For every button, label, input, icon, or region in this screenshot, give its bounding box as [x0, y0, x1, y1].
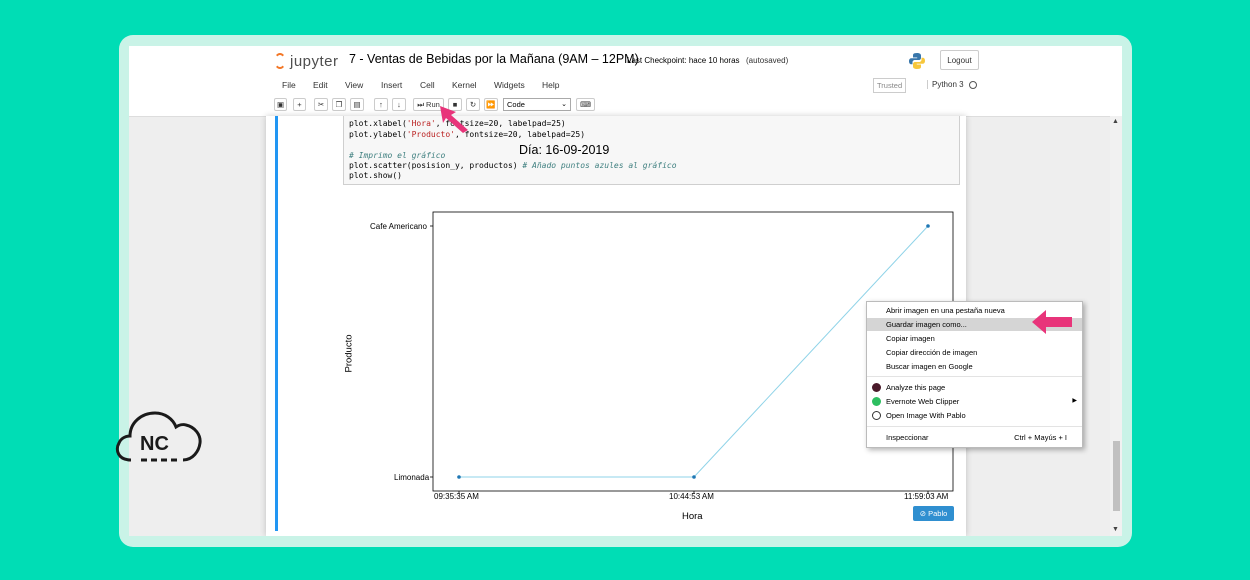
notebook-header: jupyter 7 - Ventas de Bebidas por la Mañ…	[129, 46, 1122, 117]
notebook-title[interactable]: 7 - Ventas de Bebidas por la Mañana (9AM…	[349, 52, 639, 66]
nc-cloud-logo: NC	[115, 411, 202, 462]
copy-icon: ❐	[335, 100, 343, 109]
ctx-search-google[interactable]: Buscar imagen en Google	[867, 360, 1082, 373]
jupyter-logo[interactable]: jupyter	[274, 51, 339, 71]
y-tick-label: Cafe Americano	[370, 222, 427, 231]
scrollbar-thumb[interactable]	[1113, 441, 1120, 511]
chevron-down-icon: ⌄	[561, 101, 567, 108]
evernote-icon	[872, 397, 881, 406]
fast-forward-icon: ⏩	[486, 100, 496, 109]
checkpoint-status: Last Checkpoint: hace 10 horas	[627, 56, 740, 65]
save-icon: ▣	[276, 100, 285, 109]
menu-widgets[interactable]: Widgets	[494, 80, 525, 90]
cell-type-value: Code	[507, 100, 525, 109]
ctx-copy-image-address[interactable]: Copiar dirección de imagen	[867, 346, 1082, 359]
scissors-icon: ✂	[317, 100, 325, 109]
x-tick-label: 11:59:03 AM	[904, 492, 949, 501]
ctx-separator	[867, 426, 1082, 427]
menu-edit[interactable]: Edit	[313, 80, 328, 90]
command-palette-button[interactable]: ⌨	[576, 98, 595, 111]
logout-button[interactable]: Logout	[940, 50, 979, 70]
selected-cell-indicator	[275, 116, 278, 531]
ctx-evernote[interactable]: Evernote Web Clipper ▶	[867, 395, 1082, 408]
menu-help[interactable]: Help	[542, 80, 559, 90]
jupyter-logo-text: jupyter	[290, 52, 339, 70]
toolbar: ▣ + ✂ ❐ ▤ ↑ ↓ ⏭ Run ■ ↻ ⏩ Code ⌄ ⌨	[129, 96, 1122, 116]
inspect-shortcut: Ctrl + Mayús + I	[1014, 433, 1067, 442]
paste-button[interactable]: ▤	[350, 98, 364, 111]
jupyter-logo-icon	[274, 53, 286, 69]
move-down-button[interactable]: ↓	[392, 98, 406, 111]
python-icon	[909, 53, 925, 69]
menu-kernel[interactable]: Kernel	[452, 80, 477, 90]
nc-logo-text: NC	[140, 433, 169, 455]
menu-view[interactable]: View	[345, 80, 363, 90]
menu-cell[interactable]: Cell	[420, 80, 435, 90]
scroll-up-icon[interactable]: ▲	[1112, 118, 1119, 125]
menu-file[interactable]: File	[282, 80, 296, 90]
keyboard-icon: ⌨	[580, 100, 591, 109]
arrow-down-icon: ↓	[397, 100, 401, 109]
menu-insert[interactable]: Insert	[381, 80, 402, 90]
paste-icon: ▤	[353, 100, 361, 109]
notebook-container: plot.xlabel('Hora', fontsize=20, labelpa…	[266, 116, 966, 536]
annotation-arrow-icon	[440, 106, 468, 133]
move-up-button[interactable]: ↑	[374, 98, 388, 111]
step-forward-icon: ⏭	[417, 99, 424, 109]
code-comment: # Imprimo el gráfico	[349, 151, 446, 160]
pablo-button[interactable]: ⊘ Pablo	[913, 506, 954, 521]
copy-button[interactable]: ❐	[332, 98, 346, 111]
kernel-name: Python 3	[927, 80, 964, 89]
pablo-icon	[872, 411, 881, 420]
x-tick-label: 10:44:53 AM	[669, 492, 714, 501]
plus-icon: +	[297, 100, 302, 109]
cut-button[interactable]: ✂	[314, 98, 328, 111]
insert-cell-button[interactable]: +	[293, 98, 306, 111]
x-tick-label: 09:35:35 AM	[434, 492, 479, 501]
analyze-icon	[872, 383, 881, 392]
restart-run-all-button[interactable]: ⏩	[484, 98, 498, 111]
pablo-label: Pablo	[928, 509, 948, 518]
y-axis-label: Producto	[343, 334, 355, 373]
code-line: plot.show()	[349, 171, 402, 180]
arrow-up-icon: ↑	[379, 100, 383, 109]
kernel-status-icon	[969, 81, 977, 89]
trusted-indicator[interactable]: Trusted	[873, 78, 907, 93]
ctx-inspect[interactable]: Inspeccionar Ctrl + Mayús + I	[867, 431, 1082, 444]
scroll-down-icon[interactable]: ▼	[1112, 526, 1119, 533]
pablo-icon: ⊘	[919, 509, 926, 518]
x-axis-label: Hora	[682, 511, 703, 522]
annotation-arrow-icon	[1032, 310, 1072, 334]
cell-type-select[interactable]: Code ⌄	[503, 98, 571, 111]
chart-title: Día: 16-09-2019	[519, 143, 610, 157]
ctx-analyze-page[interactable]: Analyze this page	[867, 381, 1082, 394]
autosave-status: (autosaved)	[746, 56, 789, 65]
save-button[interactable]: ▣	[274, 98, 287, 111]
ctx-open-with-pablo[interactable]: Open Image With Pablo	[867, 409, 1082, 422]
browser-screen: jupyter 7 - Ventas de Bebidas por la Mañ…	[129, 46, 1122, 536]
y-tick-label: Limonada	[394, 473, 430, 482]
code-line: plot.scatter(posision_y, productos) # Añ…	[349, 161, 677, 170]
submenu-arrow-icon: ▶	[1072, 398, 1077, 404]
ctx-separator	[867, 376, 1082, 377]
